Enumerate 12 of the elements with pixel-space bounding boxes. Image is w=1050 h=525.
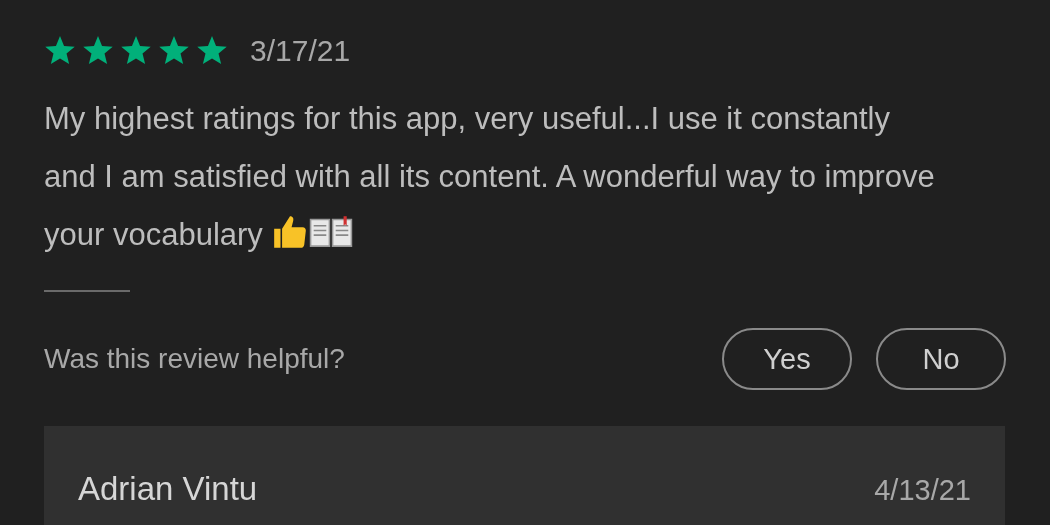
helpful-question: Was this review helpful? <box>44 343 346 375</box>
reply-author: Adrian Vintu <box>78 470 258 508</box>
star-icon <box>82 36 114 66</box>
star-icon <box>44 36 76 66</box>
reply-date: 4/13/21 <box>874 474 971 507</box>
star-icon <box>158 36 190 66</box>
star-icon <box>196 36 228 66</box>
star-icon <box>120 36 152 66</box>
review-date: 3/17/21 <box>250 34 351 68</box>
yes-button[interactable]: Yes <box>722 328 852 390</box>
review-text: My highest ratings for this app, very useful...I use it constantly and I am satisfied with all its content. A wonderful way to improve your vocabulary <box>44 100 936 254</box>
no-button[interactable]: No <box>876 328 1006 390</box>
